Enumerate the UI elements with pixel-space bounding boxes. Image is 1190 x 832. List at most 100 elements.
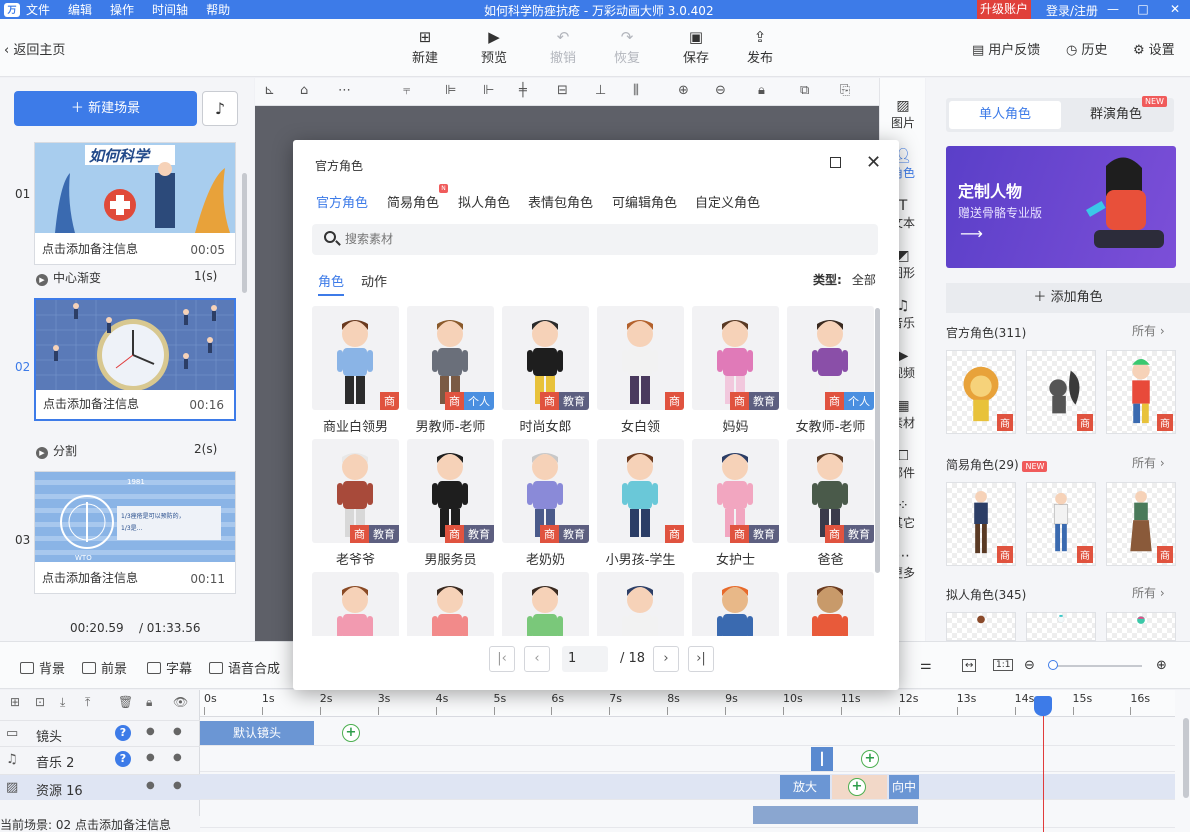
timeline-zoom-in-icon[interactable]: ⊕ [1156, 658, 1167, 673]
character-thumb-simple-1[interactable]: 商 [946, 482, 1016, 566]
feedback-button[interactable]: ▤ 用户反馈 [972, 39, 1040, 58]
character-thumb-simple-2[interactable]: 商 [1026, 482, 1096, 566]
track-camera[interactable]: ▭ 镜头 ? ● ● [0, 720, 200, 746]
lock-icon[interactable]: 🔒︎ [146, 695, 152, 710]
tab-custom[interactable]: 自定义角色 [695, 192, 760, 211]
playhead-handle[interactable] [1034, 696, 1052, 716]
character-card[interactable]: 商商业白领男 [312, 306, 399, 435]
save-button[interactable]: ▣ 保存 [674, 27, 718, 66]
fit-width-icon[interactable]: ↔ [962, 659, 977, 672]
default-lens-clip[interactable]: 默认镜头 [200, 721, 314, 745]
paste-icon[interactable]: ⎘ [840, 83, 850, 98]
redo-button[interactable]: ↷ 恢复 [605, 27, 649, 66]
align-top-icon[interactable]: ⫧ [403, 83, 410, 98]
menu-help[interactable]: 帮助 [206, 1, 230, 18]
character-thumb-anthro-2[interactable] [1026, 612, 1096, 641]
menu-edit[interactable]: 编辑 [68, 1, 92, 18]
character-card[interactable]: 商教育 老爷爷 [312, 439, 399, 568]
preview-button[interactable]: ▶ 预览 [472, 27, 516, 66]
prev-page-button[interactable]: ‹ [524, 646, 550, 672]
see-all-simple[interactable]: 所有 › [1132, 454, 1165, 471]
see-all-official[interactable]: 所有 › [1132, 322, 1165, 339]
add-folder-icon[interactable]: ⊡ [35, 695, 45, 709]
foreground-button[interactable]: 前景 [82, 658, 127, 677]
align-left-icon[interactable]: ⊫ [445, 83, 456, 98]
character-thumb-anthro-1[interactable] [946, 612, 1016, 641]
character-card[interactable] [597, 572, 684, 636]
zoom-in-clip[interactable]: 放大 [780, 775, 830, 799]
filter-settings-icon[interactable]: ⚌ [920, 658, 932, 673]
help-icon[interactable]: ? [115, 751, 131, 767]
undo-button[interactable]: ↶ 撤销 [541, 27, 585, 66]
align-bottom-icon[interactable]: ⊥ [595, 83, 606, 98]
maximize-button[interactable]: □ [1128, 0, 1158, 19]
tts-button[interactable]: 语音合成 [209, 658, 280, 677]
eye-icon[interactable]: 👁︎ [173, 695, 188, 709]
character-card[interactable]: 商小男孩-学生 [597, 439, 684, 568]
scene-thumbnail-01[interactable]: 如何科学 点击添加备注信息 00:05 [34, 142, 236, 265]
distribute-icon[interactable]: ⫼ [633, 83, 639, 98]
track-visibility-dot[interactable]: ● [173, 780, 182, 791]
add-track-icon[interactable]: ⊞ [10, 695, 20, 709]
align-middle-icon[interactable]: ⊟ [557, 83, 568, 98]
character-thumb-anthro-3[interactable] [1106, 612, 1176, 641]
history-button[interactable]: ◷ 历史 [1066, 39, 1107, 58]
timeline-zoom-handle[interactable] [1048, 660, 1058, 670]
subtab-character[interactable]: 角色 [318, 271, 345, 296]
minimize-button[interactable]: — [1098, 0, 1128, 19]
add-keyframe-icon[interactable]: + [342, 724, 360, 742]
move-up-icon[interactable]: ⤒ [85, 695, 90, 710]
search-input[interactable] [345, 232, 845, 246]
track-resource[interactable]: ▨ 资源 16 ● ● [0, 774, 200, 800]
tab-official[interactable]: 官方角色 [316, 192, 368, 211]
track-lock-dot[interactable]: ● [146, 726, 155, 737]
add-keyframe-icon[interactable]: + [861, 750, 879, 768]
close-icon[interactable]: ✕ [866, 152, 881, 173]
tab-anthropomorphic[interactable]: 拟人角色 [458, 192, 510, 211]
lock-icon[interactable]: 🔒︎ [758, 83, 765, 98]
tab-single-character[interactable]: 单人角色 [949, 101, 1061, 129]
character-card[interactable] [407, 572, 494, 636]
actual-size-icon[interactable]: 1:1 [993, 659, 1014, 671]
new-button[interactable]: ⊞ 新建 [403, 27, 447, 66]
publish-button[interactable]: ⇪ 发布 [738, 27, 782, 66]
upgrade-account-button[interactable]: 升级账户 [977, 0, 1032, 19]
help-icon[interactable]: ? [115, 725, 131, 741]
character-card[interactable]: 商女白领 [597, 306, 684, 435]
timeline-zoom-slider[interactable] [1050, 665, 1142, 667]
scene-thumbnail-02[interactable]: 点击添加备注信息 00:16 [34, 298, 236, 421]
timeline-zoom-out-icon[interactable]: ⊖ [1024, 658, 1035, 673]
move-down-icon[interactable]: ⤓ [60, 695, 65, 710]
more-dots-icon[interactable]: ⋯ [338, 83, 351, 98]
new-scene-button[interactable]: ＋ 新建场景 [14, 91, 197, 126]
track-lock-dot[interactable]: ● [146, 780, 155, 791]
menu-file[interactable]: 文件 [26, 1, 50, 18]
scene-note[interactable]: 点击添加备注信息 [42, 569, 138, 586]
scene-thumbnail-03[interactable]: 1981 WTO 1/3痤疮是可以预防的， 1/3是... 点击添加备注信息 0… [34, 471, 236, 594]
character-card[interactable] [787, 572, 874, 636]
timeline-row-camera[interactable]: 默认镜头 + [200, 720, 1175, 746]
align-right-icon[interactable]: ⊩ [483, 83, 494, 98]
category-image[interactable]: ▨ 图片 [880, 98, 926, 131]
close-window-button[interactable]: ✕ [1160, 0, 1190, 19]
scene-note[interactable]: 点击添加备注信息 [43, 395, 139, 412]
timeline-area[interactable]: 0s 1s 2s 3s 4s 5s 6s 7s 8s 9s 10s 11s 12s 13s 14s 15s 16… [200, 690, 1190, 832]
page-input[interactable]: 1 [562, 646, 608, 672]
character-card[interactable] [502, 572, 589, 636]
delete-icon[interactable]: 🗑︎ [118, 695, 133, 709]
zoom-in-icon[interactable]: ⊕ [678, 83, 689, 98]
timeline-row-music[interactable]: ┃ + [200, 746, 1175, 772]
timeline-row-next[interactable] [200, 802, 1175, 828]
character-thumb-lion[interactable]: 商 [946, 350, 1016, 434]
timeline-row-resource[interactable]: 放大 + 向中 [200, 774, 1175, 800]
settings-button[interactable]: ⚙ 设置 [1133, 39, 1175, 58]
see-all-anthropomorphic[interactable]: 所有 › [1132, 584, 1165, 601]
character-card[interactable]: 商教育 男服务员 [407, 439, 494, 568]
character-grid-scrollbar[interactable] [875, 308, 880, 573]
timeline-ruler[interactable]: 0s 1s 2s 3s 4s 5s 6s 7s 8s 9s 10s 11s 12s 13s 14s 15s 16… [200, 690, 1175, 717]
character-card[interactable]: 商教育 妈妈 [692, 306, 779, 435]
transition-item[interactable]: ▶ 中心渐变 1(s) [36, 269, 217, 286]
character-card[interactable]: 商个人 女教师-老师 [787, 306, 874, 435]
tab-simple[interactable]: 简易角色 N [387, 184, 449, 211]
custom-character-banner[interactable]: 定制人物 赠送骨骼专业版 ⟶ [946, 146, 1176, 268]
